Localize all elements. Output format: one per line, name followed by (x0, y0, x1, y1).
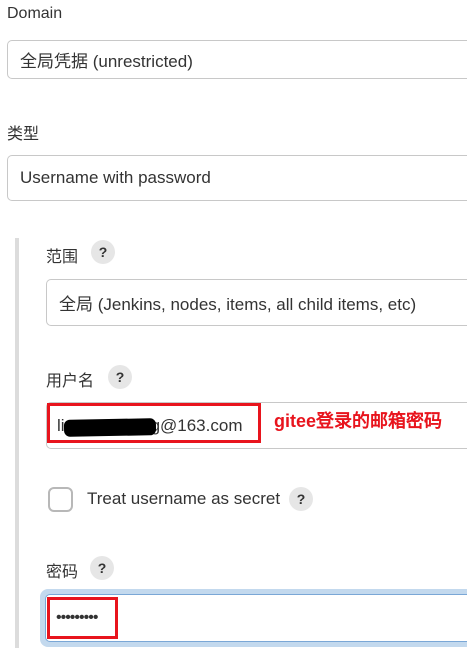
secret-help-icon[interactable]: ? (289, 487, 313, 511)
password-highlight-box (47, 597, 118, 639)
secret-checkbox[interactable] (48, 487, 73, 512)
scope-help-icon[interactable]: ? (91, 240, 115, 264)
domain-label: Domain (7, 5, 63, 22)
kind-label: 类型 (7, 126, 40, 143)
kind-select[interactable]: Username with password (7, 155, 467, 201)
username-highlight-box (47, 403, 261, 443)
kind-value: Username with password (20, 168, 211, 187)
domain-select[interactable]: 全局凭据 (unrestricted) (7, 40, 467, 79)
scope-value: 全局 (Jenkins, nodes, items, all child ite… (59, 295, 417, 314)
secret-option-label: Treat username as secret (87, 489, 281, 508)
scope-select[interactable]: 全局 (Jenkins, nodes, items, all child ite… (46, 279, 467, 326)
username-label: 用户名 (46, 373, 95, 390)
password-label: 密码 (46, 564, 79, 581)
username-help-icon[interactable]: ? (108, 365, 132, 389)
nested-section-border (15, 238, 19, 648)
username-annotation: gitee登录的邮箱密码 (274, 411, 443, 431)
scope-label: 范围 (46, 249, 79, 266)
password-help-icon[interactable]: ? (90, 556, 114, 580)
domain-value: 全局凭据 (unrestricted) (20, 52, 193, 71)
